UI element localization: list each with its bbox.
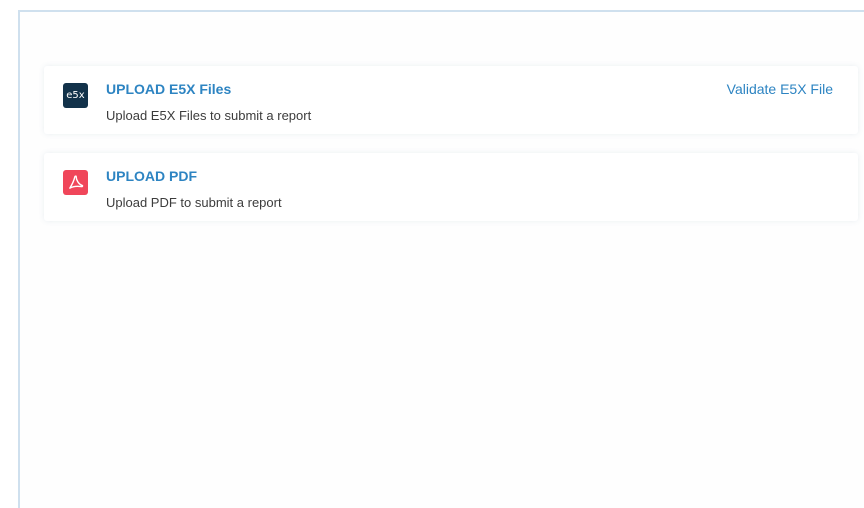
validate-e5x-link[interactable]: Validate E5X File [727,81,833,97]
upload-pdf-description: Upload PDF to submit a report [106,195,282,210]
upload-panel: e5x UPLOAD E5X Files Upload E5X Files to… [18,10,864,508]
upload-e5x-description: Upload E5X Files to submit a report [106,108,312,123]
upload-e5x-title[interactable]: UPLOAD E5X Files [106,81,231,97]
upload-pdf-title[interactable]: UPLOAD PDF [106,168,197,184]
e5x-icon-label: e5x [66,90,85,101]
acrobat-icon [69,175,84,189]
upload-e5x-card[interactable]: e5x UPLOAD E5X Files Upload E5X Files to… [44,66,858,134]
upload-pdf-card[interactable]: UPLOAD PDF Upload PDF to submit a report [44,153,858,221]
e5x-file-icon: e5x [63,83,88,108]
pdf-file-icon [63,170,88,195]
